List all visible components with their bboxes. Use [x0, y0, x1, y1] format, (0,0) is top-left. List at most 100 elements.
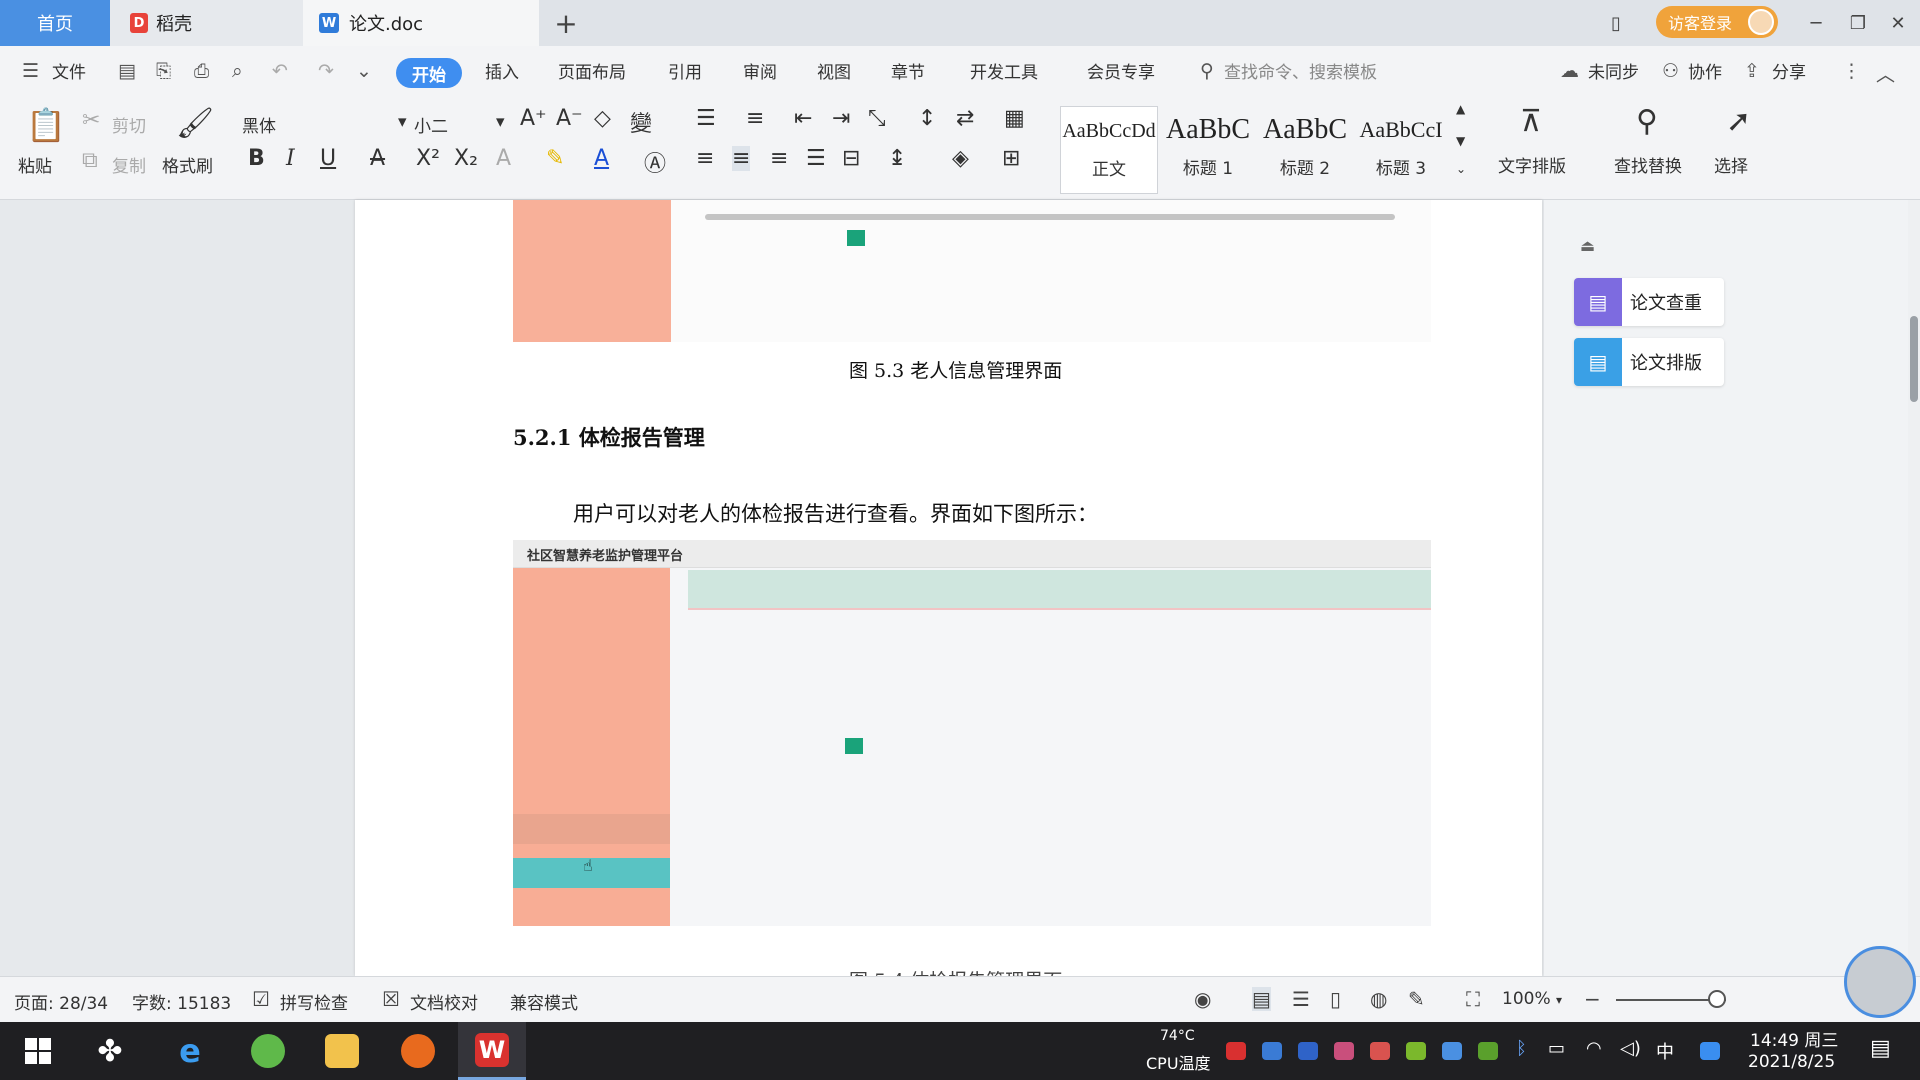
menu-file[interactable]: 文件 [52, 58, 86, 83]
taskbar-app-pinwheel[interactable]: ✤ [76, 1022, 144, 1080]
font-size-select[interactable]: 小二 [414, 112, 448, 137]
taskbar-app-browser[interactable] [234, 1022, 302, 1080]
bluetooth-icon[interactable]: ᛒ [1516, 1038, 1527, 1059]
taskbar-app-game[interactable] [384, 1022, 452, 1080]
align-left-icon[interactable]: ≡ [696, 146, 714, 171]
format-painter-icon[interactable]: 🖌 [176, 106, 214, 141]
zoom-out-icon[interactable]: − [1584, 987, 1601, 1011]
tray-red-icon[interactable] [1226, 1042, 1246, 1060]
phonetic-guide-icon[interactable]: 變 [630, 106, 652, 138]
styles-scroll-up-icon[interactable]: ▲ [1456, 102, 1465, 116]
superscript-icon[interactable]: X² [416, 146, 440, 171]
tray-cloud-icon[interactable] [1442, 1042, 1462, 1060]
reading-view-icon[interactable]: ▯ [1330, 987, 1341, 1011]
tab-document[interactable]: W 论文.doc [303, 0, 539, 46]
menu-member[interactable]: 会员专享 [1087, 58, 1155, 83]
style-heading-3[interactable]: AaBbCcI 标题 3 [1354, 106, 1448, 194]
write-mode-icon[interactable]: ✎ [1408, 987, 1425, 1011]
tray-blue-icon[interactable] [1262, 1042, 1282, 1060]
more-options-icon[interactable]: ⋮ [1842, 60, 1861, 82]
bullets-icon[interactable]: ☰ [696, 106, 716, 131]
subscript-icon[interactable]: X₂ [454, 146, 478, 171]
hamburger-menu-icon[interactable]: ☰ [22, 60, 39, 82]
style-heading-2[interactable]: AaBbC 标题 2 [1258, 106, 1352, 194]
redo-icon[interactable]: ↷ [318, 60, 334, 82]
vertical-scrollbar[interactable] [1908, 200, 1920, 976]
assistant-robot-icon[interactable] [1844, 946, 1916, 1018]
page-indicator[interactable]: 页面: 28/34 [14, 989, 108, 1014]
login-button[interactable]: 访客登录 [1656, 6, 1778, 38]
font-dropdown-icon[interactable]: ▾ [398, 112, 407, 132]
tray-q-icon[interactable] [1700, 1042, 1720, 1060]
menu-page-layout[interactable]: 页面布局 [558, 58, 626, 83]
tray-penguin-icon[interactable] [1334, 1042, 1354, 1060]
tab-daoke[interactable]: D 稻壳 [110, 0, 303, 46]
format-painter-button[interactable]: 格式刷 [162, 152, 213, 177]
close-button[interactable]: ✕ [1878, 0, 1918, 46]
menu-home-tab[interactable]: 开始 [396, 58, 462, 88]
web-view-icon[interactable]: ◍ [1370, 987, 1387, 1011]
start-button[interactable] [4, 1022, 72, 1080]
share-button[interactable]: 分享 [1772, 58, 1806, 83]
quick-access-dropdown-icon[interactable]: ⌄ [356, 60, 372, 82]
borders-icon[interactable]: ⊞ [1002, 146, 1020, 171]
tray-qq-icon[interactable] [1370, 1042, 1390, 1060]
battery-icon[interactable]: ▭ [1548, 1038, 1565, 1059]
document-page[interactable]: 图 5.3 老人信息管理界面 5.2.1 体检报告管理 用户可以对老人的体检报告… [355, 200, 1542, 976]
print-preview-icon[interactable]: ⌕ [232, 60, 243, 82]
paper-layout-button[interactable]: ▤ 论文排版 [1574, 338, 1724, 386]
shading-icon[interactable]: ◈ [952, 146, 969, 171]
new-tab-button[interactable]: + [546, 0, 586, 46]
paper-check-button[interactable]: ▤ 论文查重 [1574, 278, 1724, 326]
minimize-button[interactable]: ─ [1796, 0, 1836, 46]
style-heading-1[interactable]: AaBbC 标题 1 [1160, 106, 1256, 194]
grow-font-icon[interactable]: A⁺ [520, 106, 547, 131]
italic-icon[interactable]: I [286, 146, 295, 171]
paste-button[interactable]: 粘贴 [18, 152, 52, 177]
command-search-input[interactable]: 查找命令、搜索模板 [1224, 58, 1377, 83]
tray-green-icon[interactable] [1406, 1042, 1426, 1060]
notification-center-icon[interactable]: ▤ [1870, 1036, 1891, 1061]
menu-review[interactable]: 审阅 [743, 58, 777, 83]
cut-button[interactable]: 剪切 [112, 112, 146, 137]
strikethrough-icon[interactable]: A [370, 146, 385, 171]
highlight-icon[interactable]: ✎ [546, 146, 564, 171]
show-marks-icon[interactable]: ▦ [1004, 106, 1025, 131]
paste-icon[interactable]: 📋 [26, 106, 66, 144]
clock-time[interactable]: 14:49 周三 [1750, 1026, 1838, 1051]
numbering-icon[interactable]: ≡ [746, 106, 764, 131]
collaborate-button[interactable]: 协作 [1688, 58, 1722, 83]
justify-icon[interactable]: ☰ [806, 146, 826, 171]
word-count[interactable]: 字数: 15183 [132, 989, 231, 1014]
increase-indent-icon[interactable]: ⇥ [832, 106, 850, 131]
copy-button[interactable]: 复制 [112, 152, 146, 177]
menu-references[interactable]: 引用 [668, 58, 702, 83]
shrink-font-icon[interactable]: A⁻ [556, 106, 583, 131]
line-spacing-icon[interactable]: ↨ [888, 146, 906, 171]
taskbar-app-explorer[interactable] [308, 1022, 376, 1080]
undo-icon[interactable]: ↶ [272, 60, 288, 82]
input-method-indicator[interactable]: 中 [1656, 1038, 1674, 1064]
zoom-slider-handle[interactable] [1708, 990, 1726, 1008]
select-button[interactable]: 选择 [1714, 152, 1748, 177]
styles-scroll-down-icon[interactable]: ▼ [1456, 134, 1465, 148]
underline-icon[interactable]: U [320, 146, 336, 171]
bold-icon[interactable]: B [248, 146, 265, 171]
font-size-dropdown-icon[interactable]: ▾ [496, 112, 505, 132]
menu-view[interactable]: 视图 [817, 58, 851, 83]
eye-protection-icon[interactable]: ◉ [1194, 987, 1211, 1011]
reading-mode-icon[interactable]: ▯ [1596, 0, 1636, 46]
volume-icon[interactable]: ◁) [1620, 1038, 1641, 1059]
align-center-icon[interactable]: ≡ [732, 146, 751, 171]
text-direction-icon[interactable]: ⇄ [956, 106, 974, 131]
scrollbar-thumb[interactable] [1910, 316, 1918, 402]
text-effect-icon[interactable]: A [496, 146, 511, 171]
char-border-icon[interactable]: Ⓐ [644, 146, 666, 178]
chinese-layout-icon[interactable]: ⤡ [868, 106, 886, 131]
menu-chapter[interactable]: 章节 [891, 58, 925, 83]
save-icon[interactable]: ▤ [118, 60, 136, 82]
collapse-ribbon-icon[interactable]: ︿ [1876, 60, 1895, 87]
fit-page-icon[interactable]: ⛶ [1466, 987, 1480, 1011]
text-layout-button[interactable]: 文字排版 [1498, 152, 1566, 177]
zoom-dropdown-icon[interactable]: ▾ [1556, 993, 1562, 1007]
